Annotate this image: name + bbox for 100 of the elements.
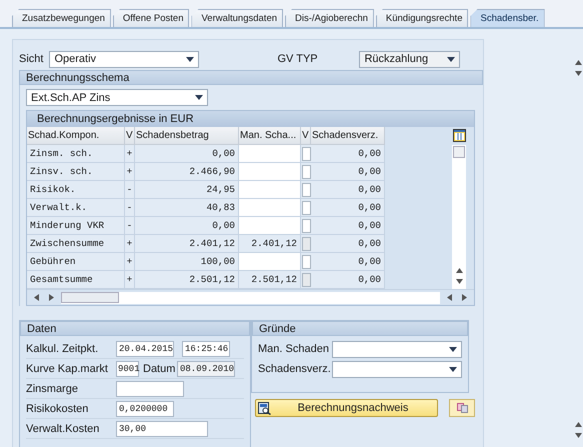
dropdown-caret-icon[interactable] <box>449 346 457 352</box>
scrollbar-thumb[interactable] <box>60 292 119 303</box>
up-arrow-icon[interactable] <box>456 267 462 274</box>
table-cell: Gebühren <box>27 253 125 271</box>
input-field[interactable] <box>239 217 301 235</box>
input-field[interactable] <box>116 381 184 397</box>
table-cell: - <box>125 217 135 235</box>
dropdown[interactable]: Rückzahlung <box>359 50 460 68</box>
tab[interactable]: Zusatzbewegungen <box>12 9 111 27</box>
table-cell: 0,00 <box>311 145 385 163</box>
checkbox[interactable] <box>302 200 310 214</box>
table-cell: 2.501,12 <box>239 271 301 289</box>
field-label: Schadensverz. <box>258 363 328 375</box>
up-arrow-icon[interactable] <box>575 59 582 66</box>
table-cell: + <box>125 145 135 163</box>
scrollbar-thumb[interactable] <box>453 146 465 158</box>
input-field[interactable]: 30,00 <box>116 421 208 437</box>
table-cell: + <box>125 253 135 271</box>
column-layout-icon[interactable] <box>452 129 466 142</box>
table-cell: + <box>125 235 135 253</box>
checkbox[interactable] <box>302 272 310 286</box>
section-header: Gründe <box>252 321 468 336</box>
table-cell: 0,00 <box>311 235 385 253</box>
column-header[interactable]: Schadensverz. <box>311 127 385 145</box>
document-search-icon <box>258 402 271 414</box>
field-label: Kalkul. Zeitpkt. <box>26 343 100 355</box>
dropdown-caret-icon[interactable] <box>195 95 203 100</box>
table-cell: 2.401,12 <box>135 235 239 253</box>
column-header[interactable]: Schadensbetrag <box>135 127 239 145</box>
tab[interactable]: Kündigungsrechte <box>376 9 468 27</box>
calculation-proof-button[interactable]: Berechnungsnachweis <box>255 399 438 417</box>
checkbox[interactable] <box>302 236 310 250</box>
table-cell: 2.501,12 <box>135 271 239 289</box>
table-cell: 0,00 <box>311 253 385 271</box>
input-field[interactable]: 08.09.2010 <box>177 361 235 377</box>
table-cell: Zwischensumme <box>27 235 125 253</box>
input-field[interactable] <box>239 199 301 217</box>
field-label: Risikokosten <box>26 403 90 415</box>
column-header[interactable]: V <box>301 127 311 145</box>
table-cell: 0,00 <box>311 199 385 217</box>
field-label: GV TYP <box>277 53 319 65</box>
table-cell: 24,95 <box>135 181 239 199</box>
input-field[interactable] <box>239 181 301 199</box>
tab[interactable]: Verwaltungsdaten <box>191 9 284 27</box>
table-cell: Zinsm. sch. <box>27 145 125 163</box>
checkbox[interactable] <box>302 254 310 268</box>
dropdown[interactable]: Ext.Sch.AP Zins <box>26 89 208 106</box>
dropdown-caret-icon[interactable] <box>447 56 456 62</box>
field-label: Zinsmarge <box>26 383 79 395</box>
field-label: Kurve Kap.markt <box>26 363 109 375</box>
table-cell: 0,00 <box>311 181 385 199</box>
column-header[interactable]: Man. Scha... <box>239 127 301 145</box>
table-cell: 40,83 <box>135 199 239 217</box>
table-cell: 2.466,90 <box>135 163 239 181</box>
input-field[interactable]: 20.04.2015 <box>116 341 174 357</box>
down-arrow-icon[interactable] <box>575 432 582 439</box>
checkbox[interactable] <box>302 146 310 160</box>
input-field[interactable]: 16:25:46 <box>182 341 230 357</box>
table-cell: 0,00 <box>311 271 385 289</box>
tab[interactable]: Dis-/Agioberechn <box>285 9 374 27</box>
table-cell: 100,00 <box>135 253 239 271</box>
input-field[interactable]: 9001 <box>116 361 139 377</box>
dropdown[interactable]: Operativ <box>49 50 200 68</box>
right-arrow-icon[interactable] <box>48 294 55 301</box>
right-arrow-icon[interactable] <box>461 294 468 301</box>
table-title: Berechnungsergebnisse in EUR <box>37 113 194 125</box>
dropdown-caret-icon[interactable] <box>186 56 194 62</box>
input-field[interactable] <box>239 163 301 181</box>
table-cell: - <box>125 199 135 217</box>
table-cell: 0,00 <box>311 163 385 181</box>
up-arrow-icon[interactable] <box>575 421 582 428</box>
vertical-scrollbar[interactable] <box>452 145 466 289</box>
table-cell: Minderung VKR <box>27 217 125 235</box>
down-arrow-icon[interactable] <box>456 278 462 285</box>
table-cell: 2.401,12 <box>239 235 301 253</box>
table-cell: + <box>125 271 135 289</box>
horizontal-scrollbar[interactable] <box>27 289 474 305</box>
table-cell: 0,00 <box>135 145 239 163</box>
column-header[interactable]: V <box>125 127 135 145</box>
checkbox[interactable] <box>302 164 310 178</box>
dropdown-caret-icon[interactable] <box>449 366 457 372</box>
tab[interactable]: Schadensber. <box>470 9 545 27</box>
checkbox[interactable] <box>302 218 310 232</box>
input-field[interactable] <box>239 253 301 271</box>
table-cell: - <box>125 181 135 199</box>
column-header[interactable]: Schad.Kompon. <box>27 127 125 145</box>
copy-button[interactable] <box>449 399 475 417</box>
field-label: Man. Schaden <box>258 343 328 355</box>
copy-icon <box>456 403 468 413</box>
field-label: Verwalt.Kosten <box>26 423 100 435</box>
input-field[interactable] <box>239 145 301 163</box>
left-arrow-icon[interactable] <box>446 294 454 301</box>
checkbox[interactable] <box>302 182 310 196</box>
left-arrow-icon[interactable] <box>33 294 40 301</box>
tab[interactable]: Offene Posten <box>112 9 190 27</box>
down-arrow-icon[interactable] <box>575 70 582 77</box>
field-label: Sicht <box>19 53 44 65</box>
table-cell: Zinsv. sch. <box>27 163 125 181</box>
input-field[interactable]: 0,0200000 <box>116 401 174 417</box>
section-header: Daten <box>20 321 250 336</box>
